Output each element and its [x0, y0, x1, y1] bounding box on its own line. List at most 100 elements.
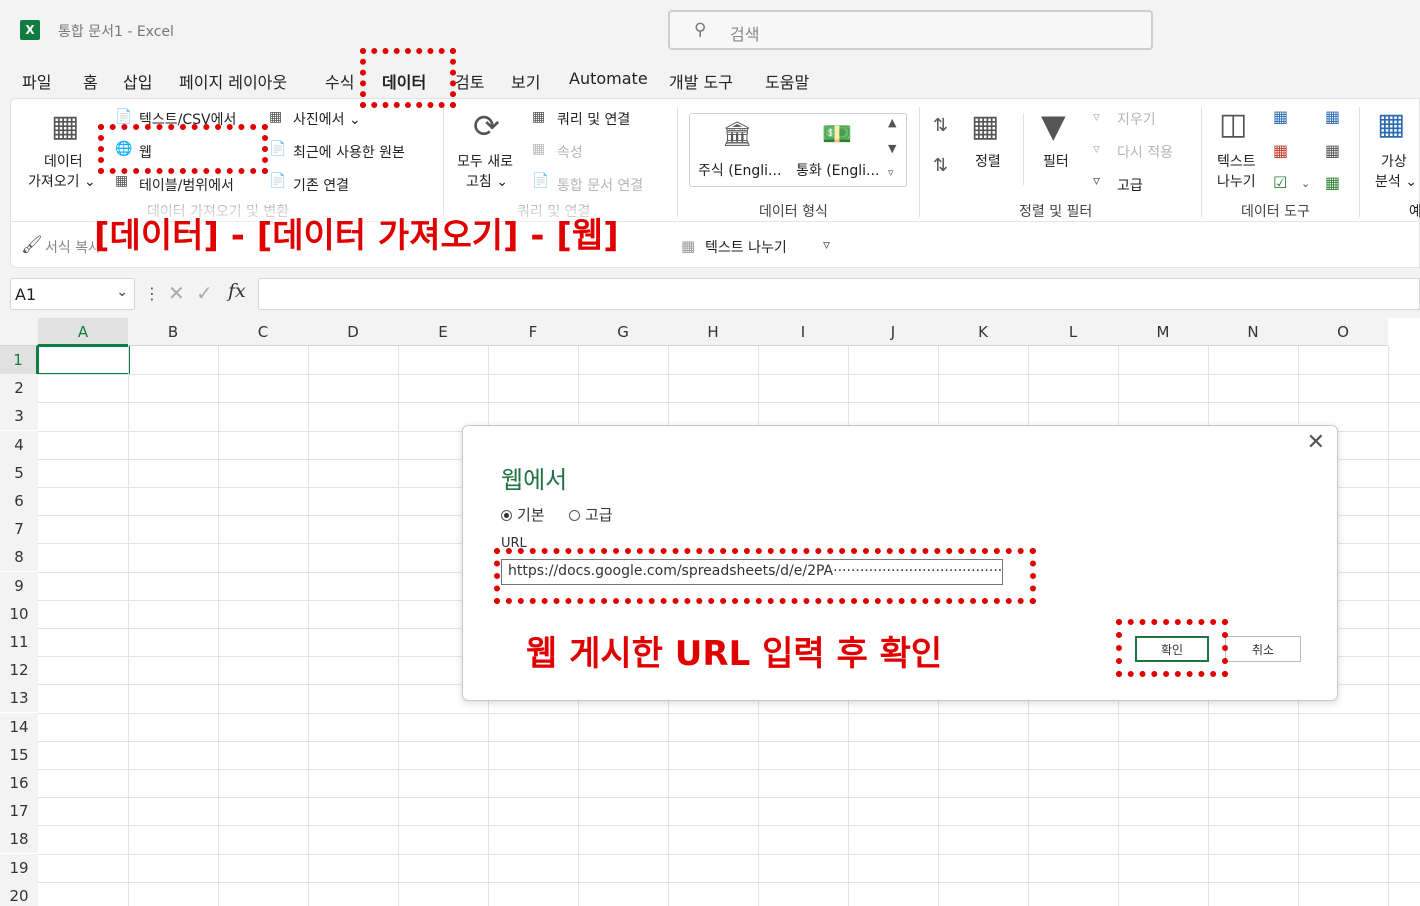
- column-header-L[interactable]: L: [1028, 318, 1118, 346]
- row-header-17[interactable]: 17: [0, 797, 38, 826]
- row-header-20[interactable]: 20: [0, 881, 38, 906]
- what-if-label-2[interactable]: 분석 ⌄: [1375, 171, 1417, 191]
- column-header-B[interactable]: B: [128, 318, 218, 346]
- name-box[interactable]: A1 ⌄: [10, 278, 135, 310]
- tab-automate[interactable]: Automate: [569, 69, 648, 88]
- row-header-6[interactable]: 6: [0, 487, 38, 515]
- column-header-F[interactable]: F: [488, 318, 578, 346]
- column-header-I[interactable]: I: [758, 318, 848, 346]
- cancel-button[interactable]: 취소: [1225, 636, 1301, 662]
- row-header-10[interactable]: 10: [0, 599, 38, 628]
- tab-review[interactable]: 검토: [455, 69, 484, 93]
- chevron-down-icon[interactable]: ⌄: [116, 284, 128, 300]
- row-header-7[interactable]: 7: [0, 515, 38, 544]
- remove-duplicates-icon[interactable]: ▦: [1273, 141, 1288, 160]
- search-box[interactable]: ⚲ 검색: [668, 10, 1153, 50]
- what-if-label-1[interactable]: 가상: [1381, 151, 1407, 171]
- clear-button[interactable]: 지우기: [1117, 109, 1156, 129]
- refresh-all-icon: ⟳: [473, 107, 500, 145]
- tab-view[interactable]: 보기: [511, 69, 540, 93]
- row-header-19[interactable]: 19: [0, 853, 38, 882]
- reapply-button[interactable]: 다시 적용: [1117, 142, 1173, 162]
- enter-icon[interactable]: ✓: [196, 281, 213, 305]
- row-header-3[interactable]: 3: [0, 402, 38, 431]
- gallery-more-icon[interactable]: ▿: [888, 166, 894, 179]
- column-header-M[interactable]: M: [1118, 318, 1208, 346]
- tab-help[interactable]: 도움말: [765, 69, 809, 93]
- row-header-4[interactable]: 4: [0, 430, 38, 459]
- text-split-button[interactable]: 텍스트 나누기: [705, 237, 787, 257]
- workbook-links-button[interactable]: 통합 문서 연결: [557, 175, 643, 195]
- row-header-2[interactable]: 2: [0, 374, 38, 403]
- column-header-C[interactable]: C: [218, 318, 308, 346]
- currencies-button[interactable]: 통화 (Engli...: [796, 160, 879, 180]
- gallery-up-icon[interactable]: ▲: [888, 116, 896, 129]
- insert-function-icon[interactable]: fx: [228, 280, 246, 302]
- cancel-icon[interactable]: ✕: [168, 281, 185, 305]
- data-model-icon[interactable]: ▦: [1325, 173, 1340, 192]
- column-header-H[interactable]: H: [668, 318, 758, 346]
- column-header-E[interactable]: E: [398, 318, 488, 346]
- from-picture-button[interactable]: 사진에서 ⌄: [293, 109, 361, 129]
- refresh-all-label-1[interactable]: 모두 새로: [457, 151, 513, 171]
- text-split-icon: ▦: [681, 237, 696, 255]
- queries-connections-button[interactable]: 쿼리 및 연결: [557, 109, 630, 129]
- column-header-D[interactable]: D: [308, 318, 398, 346]
- active-cell-A1[interactable]: [37, 345, 130, 375]
- search-placeholder: 검색: [730, 25, 760, 44]
- stocks-button[interactable]: 주식 (Engli...: [698, 160, 781, 180]
- format-painter-icon[interactable]: 🖌: [21, 235, 43, 255]
- row-header-5[interactable]: 5: [0, 458, 38, 487]
- tab-page-layout[interactable]: 페이지 레이아웃: [179, 69, 287, 93]
- row-header-14[interactable]: 14: [0, 712, 38, 741]
- flash-fill-icon[interactable]: ▦: [1273, 107, 1288, 126]
- text-to-columns-label-2[interactable]: 나누기: [1217, 171, 1256, 191]
- row-header-11[interactable]: 11: [0, 628, 38, 656]
- format-copy-button[interactable]: 서식 복사: [45, 237, 101, 257]
- tab-insert[interactable]: 삽입: [123, 69, 152, 93]
- get-data-label-2[interactable]: 가져오기 ⌄: [28, 171, 96, 191]
- filter-button[interactable]: 필터: [1043, 151, 1069, 171]
- existing-connections-button[interactable]: 기존 연결: [293, 175, 349, 195]
- row-header-9[interactable]: 9: [0, 571, 38, 600]
- row-header-16[interactable]: 16: [0, 769, 38, 797]
- column-header-J[interactable]: J: [848, 318, 938, 346]
- radio-basic[interactable]: 기본: [501, 504, 545, 525]
- row-header-1[interactable]: 1: [0, 346, 38, 374]
- text-to-columns-label-1[interactable]: 텍스트: [1217, 151, 1256, 171]
- formula-input[interactable]: [258, 278, 1420, 310]
- tab-developer[interactable]: 개발 도구: [669, 69, 733, 93]
- row-header-15[interactable]: 15: [0, 740, 38, 769]
- from-table-range-button[interactable]: 테이블/범위에서: [139, 175, 234, 195]
- data-validation-icon[interactable]: ☑: [1273, 173, 1287, 192]
- sort-descending-icon[interactable]: ⇅: [933, 155, 948, 176]
- relationships-icon[interactable]: ▦: [1325, 141, 1340, 160]
- row-header-8[interactable]: 8: [0, 543, 38, 572]
- row-header-13[interactable]: 13: [0, 684, 38, 713]
- recent-sources-button[interactable]: 최근에 사용한 원본: [293, 142, 405, 162]
- tab-file[interactable]: 파일: [22, 69, 51, 93]
- refresh-all-label-2[interactable]: 고침 ⌄: [466, 171, 508, 191]
- close-icon[interactable]: ✕: [1307, 430, 1325, 455]
- row-header-18[interactable]: 18: [0, 825, 38, 854]
- consolidate-icon[interactable]: ▦: [1325, 107, 1340, 126]
- chevron-down-icon[interactable]: ⌄: [1301, 177, 1310, 190]
- tab-home[interactable]: 홈: [83, 69, 98, 93]
- gallery-down-icon[interactable]: ▼: [888, 142, 896, 155]
- more-options-icon[interactable]: ⋮: [144, 284, 160, 303]
- customize-toolbar-icon[interactable]: ▿: [823, 237, 830, 253]
- tab-formulas[interactable]: 수식: [325, 69, 354, 93]
- select-all-corner[interactable]: [0, 318, 38, 346]
- column-header-A[interactable]: A: [38, 318, 128, 346]
- column-header-O[interactable]: O: [1298, 318, 1388, 346]
- column-header-K[interactable]: K: [938, 318, 1028, 346]
- get-data-label-1[interactable]: 데이터: [44, 151, 83, 171]
- sort-ascending-icon[interactable]: ⇅: [933, 115, 948, 136]
- radio-advanced[interactable]: 고급: [569, 504, 613, 525]
- properties-button[interactable]: 속성: [557, 142, 583, 162]
- row-header-12[interactable]: 12: [0, 656, 38, 685]
- column-header-G[interactable]: G: [578, 318, 668, 346]
- column-header-N[interactable]: N: [1208, 318, 1298, 346]
- sort-button[interactable]: 정렬: [975, 151, 1001, 171]
- advanced-button[interactable]: 고급: [1117, 175, 1143, 195]
